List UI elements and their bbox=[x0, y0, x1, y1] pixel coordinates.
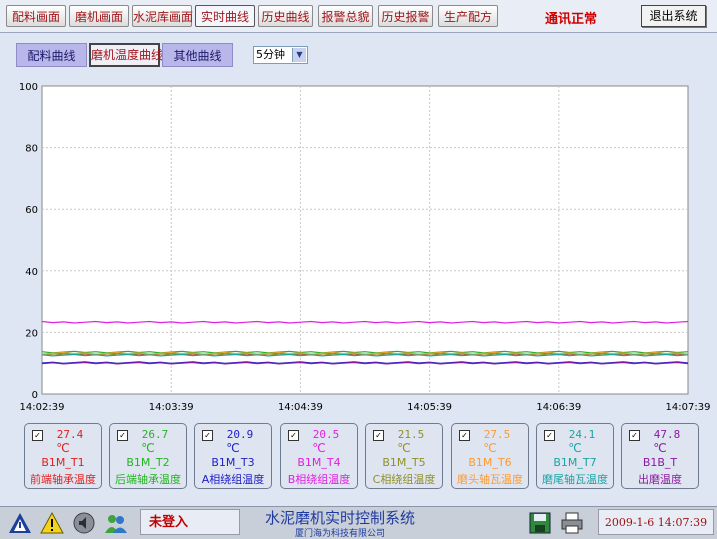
y-tick-label: 100 bbox=[19, 82, 38, 93]
system-title: 水泥磨机实时控制系统 bbox=[264, 509, 415, 527]
sensor-description: 磨头轴瓦温度 bbox=[457, 473, 523, 486]
y-tick-label: 60 bbox=[25, 205, 38, 216]
sensor-unit: ℃ bbox=[483, 441, 497, 455]
sensor-code: B1M_T2 bbox=[126, 456, 170, 469]
tab-production-recipe[interactable]: 生产配方 bbox=[438, 5, 498, 27]
sensor-description: 后端轴承温度 bbox=[115, 473, 181, 486]
sensor-unit: ℃ bbox=[226, 441, 240, 455]
users-icon[interactable] bbox=[104, 511, 128, 535]
sensor-card[interactable]: ✓ 21.5 ℃ B1M_T5 C相绕组温度 bbox=[365, 423, 443, 489]
sensor-card[interactable]: ✓ 20.9 ℃ B1M_T3 A相绕组温度 bbox=[194, 423, 272, 489]
tab-mill[interactable]: 磨机画面 bbox=[69, 5, 129, 27]
chart-svg: 0 20 40 60 80 100 14:02:39 14:03:39 14:04:39 14:0… bbox=[19, 82, 711, 412]
sensor-card[interactable]: ✓ 20.5 ℃ B1M_T4 B相绕组温度 bbox=[280, 423, 358, 489]
x-tick-label: 14:02:39 bbox=[20, 402, 65, 412]
exit-button[interactable]: 退出系统 bbox=[641, 5, 706, 27]
sensor-unit: ℃ bbox=[397, 441, 411, 455]
status-bar: 未登入 水泥磨机实时控制系统 厦门海为科技有限公司 2009-1-6 14:07… bbox=[0, 506, 717, 539]
chevron-down-icon[interactable]: ▼ bbox=[292, 48, 306, 62]
sensor-description: C相绕组温度 bbox=[372, 473, 436, 486]
sensor-description: A相绕组温度 bbox=[201, 473, 265, 486]
warning-triangle-icon[interactable] bbox=[8, 511, 32, 535]
sensor-value: 27.5 bbox=[483, 428, 511, 441]
printer-icon[interactable] bbox=[560, 511, 584, 535]
sensor-checkbox[interactable]: ✓ bbox=[117, 430, 128, 441]
sensor-value: 24.1 bbox=[568, 428, 596, 441]
sensor-checkbox[interactable]: ✓ bbox=[32, 430, 43, 441]
sensor-description: 磨尾轴瓦温度 bbox=[542, 473, 608, 486]
alert-icon[interactable] bbox=[40, 511, 64, 535]
datetime: 2009-1-6 14:07:39 bbox=[598, 509, 714, 535]
period-select-value: 5分钟 bbox=[256, 48, 285, 61]
sensor-unit: ℃ bbox=[312, 441, 326, 455]
mill-temp-curve-button[interactable]: 磨机温度曲线 bbox=[89, 43, 163, 67]
sensor-code: B1M_T5 bbox=[382, 456, 426, 469]
tab-realtime-curve[interactable]: 实时曲线 bbox=[195, 5, 255, 27]
plot-area bbox=[41, 85, 689, 395]
sensor-card[interactable]: ✓ 47.8 ℃ B1B_T 出磨温度 bbox=[621, 423, 699, 489]
sensor-checkbox[interactable]: ✓ bbox=[629, 430, 640, 441]
y-tick-label: 20 bbox=[25, 328, 38, 339]
speaker-icon[interactable] bbox=[72, 511, 96, 535]
sensor-code: B1B_T bbox=[642, 456, 678, 469]
sensor-checkbox[interactable]: ✓ bbox=[544, 430, 555, 441]
tab-batching[interactable]: 配料画面 bbox=[6, 5, 66, 27]
sensor-checkbox[interactable]: ✓ bbox=[373, 430, 384, 441]
sensor-code: B1M_T1 bbox=[41, 456, 85, 469]
save-icon[interactable] bbox=[528, 511, 552, 535]
x-tick-label: 14:05:39 bbox=[407, 402, 452, 412]
x-tick-label: 14:03:39 bbox=[149, 402, 194, 412]
sensor-unit: ℃ bbox=[568, 441, 582, 455]
sensor-unit: ℃ bbox=[653, 441, 667, 455]
x-tick-label: 14:07:39 bbox=[666, 402, 711, 412]
other-curve-button[interactable]: 其他曲线 bbox=[162, 43, 233, 67]
sensor-card[interactable]: ✓ 27.5 ℃ B1M_T6 磨头轴瓦温度 bbox=[451, 423, 529, 489]
sensor-card[interactable]: ✓ 27.4 ℃ B1M_T1 前端轴承温度 bbox=[24, 423, 102, 489]
tab-history-curve[interactable]: 历史曲线 bbox=[258, 5, 313, 27]
sensor-value: 20.9 bbox=[226, 428, 254, 441]
sensor-code: B1M_T3 bbox=[211, 456, 255, 469]
sensor-code: B1M_T4 bbox=[297, 456, 341, 469]
sensor-value: 21.5 bbox=[397, 428, 425, 441]
sensor-checkbox[interactable]: ✓ bbox=[459, 430, 470, 441]
sensor-card[interactable]: ✓ 26.7 ℃ B1M_T2 后端轴承温度 bbox=[109, 423, 187, 489]
top-tab-bar: 配料画面 磨机画面 水泥库画面 实时曲线 历史曲线 报警总貌 历史报警 生产配方… bbox=[0, 0, 717, 33]
comm-status: 通讯正常 bbox=[545, 12, 598, 27]
sensor-value: 20.5 bbox=[312, 428, 340, 441]
tab-history-alarm[interactable]: 历史报警 bbox=[378, 5, 433, 27]
y-tick-label: 80 bbox=[25, 144, 38, 155]
x-tick-label: 14:04:39 bbox=[278, 402, 323, 412]
sensor-checkbox[interactable]: ✓ bbox=[202, 430, 213, 441]
sensor-description: B相绕组温度 bbox=[287, 473, 351, 486]
sensor-code: B1M_T6 bbox=[468, 456, 512, 469]
sensor-unit: ℃ bbox=[56, 441, 70, 455]
period-select[interactable]: 5分钟 ▼ bbox=[253, 46, 308, 64]
sensor-value: 26.7 bbox=[141, 428, 169, 441]
y-tick-label: 40 bbox=[25, 267, 38, 278]
sensor-card[interactable]: ✓ 24.1 ℃ B1M_T7 磨尾轴瓦温度 bbox=[536, 423, 614, 489]
batching-curve-button[interactable]: 配料曲线 bbox=[16, 43, 87, 67]
login-status: 未登入 bbox=[140, 509, 240, 535]
tab-cement-silo[interactable]: 水泥库画面 bbox=[132, 5, 193, 27]
y-tick-label: 0 bbox=[32, 390, 38, 401]
company-name: 厦门海为科技有限公司 bbox=[294, 529, 385, 539]
realtime-chart: 0 20 40 60 80 100 14:02:39 14:03:39 14:04:39 14:0… bbox=[0, 72, 717, 412]
sensor-unit: ℃ bbox=[141, 441, 155, 455]
sensor-value: 47.8 bbox=[653, 428, 681, 441]
sensor-description: 出磨温度 bbox=[638, 473, 682, 486]
x-tick-label: 14:06:39 bbox=[536, 402, 581, 412]
sensor-description: 前端轴承温度 bbox=[30, 473, 96, 486]
tab-alarm-overview[interactable]: 报警总貌 bbox=[318, 5, 373, 27]
sensor-code: B1M_T7 bbox=[553, 456, 597, 469]
sensor-value: 27.4 bbox=[56, 428, 84, 441]
sensor-checkbox[interactable]: ✓ bbox=[288, 430, 299, 441]
